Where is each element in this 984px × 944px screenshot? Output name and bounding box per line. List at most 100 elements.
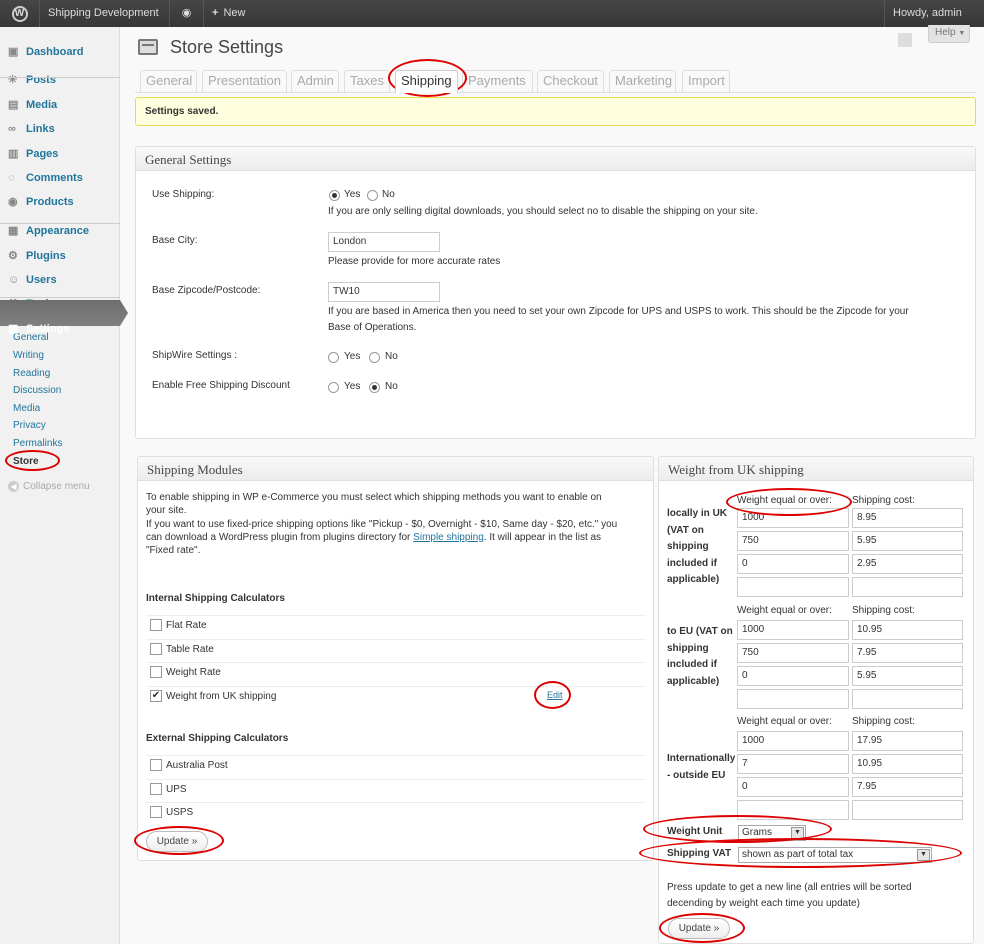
sidebar-subitem-permalinks[interactable]: Permalinks	[13, 438, 62, 449]
col-cost-header: Shipping cost:	[852, 605, 915, 616]
shipwire-no-radio[interactable]	[369, 352, 380, 363]
sidebar-subitem-discussion[interactable]: Discussion	[13, 385, 61, 396]
shipwire-yes-radio[interactable]	[328, 352, 339, 363]
zone-label: included if	[667, 659, 717, 670]
chevron-down-icon: ▼	[958, 30, 966, 37]
base-city-label: Base City:	[152, 235, 198, 246]
base-zip-help-line2: Base of Operations.	[328, 322, 417, 333]
weight-input[interactable]: 7	[737, 754, 849, 774]
weight-input[interactable]: 750	[737, 531, 849, 551]
weight-note-line2: decending by weight each time you update…	[667, 898, 860, 909]
weight-input[interactable]: 0	[737, 777, 849, 797]
weight-input[interactable]: 1000	[737, 620, 849, 640]
cost-input[interactable]: 7.95	[852, 777, 963, 797]
calculator-checkbox[interactable]	[150, 642, 162, 655]
weight-input[interactable]	[737, 577, 849, 597]
cost-input[interactable]: 7.95	[852, 643, 963, 663]
wordpress-logo-icon[interactable]: W	[0, 0, 40, 27]
weight-input[interactable]: 1000	[737, 731, 849, 751]
tab-payments[interactable]: Payments	[462, 70, 533, 92]
zone-label: shipping	[667, 541, 709, 552]
sidebar-item-comments[interactable]: ◌ Comments	[0, 166, 120, 190]
store-settings-icon	[136, 35, 160, 59]
calculator-checkbox[interactable]	[150, 666, 162, 678]
sidebar-subitem-writing[interactable]: Writing	[13, 350, 44, 361]
account-menu[interactable]: Howdy, admin	[884, 0, 984, 48]
tab-checkout[interactable]: Checkout	[537, 70, 604, 92]
calculator-checkbox[interactable]	[150, 759, 162, 771]
calculator-checkbox[interactable]	[150, 806, 162, 818]
highlight-oval-store	[5, 450, 60, 471]
cost-input[interactable]: 10.95	[852, 620, 963, 640]
sidebar-item-products[interactable]: ◉ Products	[0, 190, 120, 214]
tab-general[interactable]: General	[140, 70, 197, 92]
cost-input[interactable]	[852, 689, 963, 709]
sidebar-item-plugins[interactable]: ⚙ Plugins	[0, 244, 120, 268]
sidebar-item-users[interactable]: ☺ Users	[0, 268, 120, 292]
sidebar-subitem-media[interactable]: Media	[13, 403, 40, 414]
free-shipping-yes-label: Yes	[344, 381, 361, 392]
sidebar-subitem-reading[interactable]: Reading	[13, 368, 50, 379]
weight-input[interactable]: 750	[737, 643, 849, 663]
tab-admin[interactable]: Admin	[291, 70, 339, 92]
collapse-menu-button[interactable]: ◀ Collapse menu	[8, 481, 90, 492]
calculator-label: Weight from UK shipping	[166, 690, 277, 702]
weight-input[interactable]: 0	[737, 554, 849, 574]
free-shipping-yes-radio[interactable]	[328, 382, 339, 393]
weight-input[interactable]	[737, 689, 849, 709]
products-icon: ◉	[8, 196, 18, 208]
tab-import[interactable]: Import	[682, 70, 730, 92]
sidebar-item-media[interactable]: ▤ Media	[0, 93, 120, 117]
simple-shipping-link[interactable]: Simple shipping	[413, 532, 484, 543]
free-shipping-no-label: No	[385, 381, 398, 392]
cost-input[interactable]	[852, 577, 963, 597]
highlight-oval-modules-update	[134, 826, 224, 855]
sidebar-item-label: Settings	[26, 323, 70, 335]
base-zip-help-line1: If you are based in America then you nee…	[328, 306, 909, 317]
free-shipping-no-radio[interactable]	[369, 382, 380, 393]
calculator-checkbox[interactable]	[150, 782, 162, 795]
cost-input[interactable]: 17.95	[852, 731, 963, 751]
sidebar-item-pages[interactable]: ▥ Pages	[0, 142, 120, 166]
tab-taxes[interactable]: Taxes	[344, 70, 390, 92]
sidebar-item-dashboard[interactable]: ▣ Dashboard	[0, 40, 120, 64]
site-name-link[interactable]: Shipping Development	[40, 0, 170, 27]
settings-icon: ▩	[8, 323, 19, 335]
help-tab[interactable]: Help ▼	[928, 25, 970, 43]
sidebar-item-label: Media	[26, 99, 58, 111]
sidebar-subitem-privacy[interactable]: Privacy	[13, 420, 46, 431]
use-shipping-yes-radio[interactable]	[329, 190, 340, 201]
zone-label: locally in UK	[667, 508, 728, 519]
general-settings-title: General Settings	[136, 147, 975, 171]
zone-label: Internationally	[667, 753, 736, 764]
sidebar-item-links[interactable]: ∞ Links	[0, 117, 120, 141]
tab-shipping[interactable]: Shipping	[395, 70, 458, 93]
new-content-link[interactable]: + New	[204, 0, 264, 27]
cost-input[interactable]: 10.95	[852, 754, 963, 774]
tabs-baseline	[135, 92, 976, 93]
comments-icon[interactable]: ◉	[170, 0, 204, 27]
sidebar-item-label: Posts	[26, 74, 56, 86]
highlight-oval-shipping-vat	[639, 838, 962, 868]
cost-input[interactable]	[852, 800, 963, 820]
sidebar-item-settings[interactable]: ▩ Settings	[0, 317, 120, 341]
cost-input[interactable]: 2.95	[852, 554, 963, 574]
tab-presentation[interactable]: Presentation	[202, 70, 287, 92]
weight-input[interactable]: 0	[737, 666, 849, 686]
howdy-label: Howdy, admin	[893, 7, 962, 19]
zone-label: (VAT on	[667, 524, 704, 536]
sidebar-item-label: Pages	[26, 148, 59, 160]
cost-input[interactable]: 5.95	[852, 531, 963, 551]
cost-input[interactable]: 5.95	[852, 666, 963, 686]
sidebar-item-posts[interactable]: ✳ Posts	[0, 68, 120, 92]
base-city-input[interactable]: London	[328, 232, 440, 252]
calculator-checkbox[interactable]: ✔	[150, 689, 162, 702]
base-zip-input[interactable]: TW10	[328, 282, 440, 302]
sidebar-separator	[0, 77, 120, 78]
col-cost-header: Shipping cost:	[852, 716, 915, 727]
calculator-checkbox[interactable]	[150, 619, 162, 631]
use-shipping-no-radio[interactable]	[367, 190, 378, 201]
col-weight-header: Weight equal or over:	[737, 716, 832, 727]
tab-marketing[interactable]: Marketing	[609, 70, 676, 92]
cost-input[interactable]: 8.95	[852, 508, 963, 528]
